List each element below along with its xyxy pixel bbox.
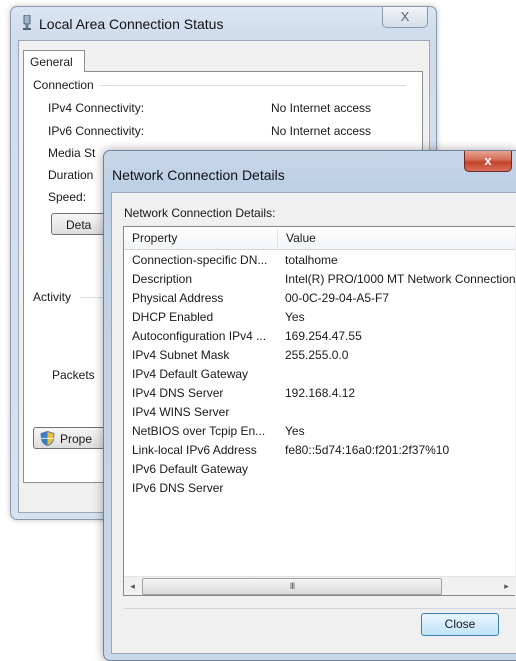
row-value: totalhome	[285, 253, 338, 267]
status-window-title: Local Area Connection Status	[39, 16, 224, 32]
row-property: Description	[132, 272, 193, 286]
connection-group-label: Connection	[33, 78, 100, 92]
scroll-right-arrow-icon[interactable]: ▸	[498, 577, 515, 595]
media-state-label: Media St	[48, 146, 96, 160]
table-row[interactable]: Connection-specific DN... totalhome	[124, 252, 515, 271]
row-value: Yes	[285, 310, 305, 324]
row-property: IPv4 WINS Server	[132, 405, 230, 419]
table-row[interactable]: NetBIOS over Tcpip En... Yes	[124, 423, 515, 442]
row-property: IPv4 DNS Server	[132, 386, 224, 400]
row-property: Autoconfiguration IPv4 ...	[132, 329, 267, 343]
activity-group-label: Activity	[33, 290, 78, 304]
packets-label: Packets	[52, 368, 95, 382]
table-row[interactable]: Description Intel(R) PRO/1000 MT Network …	[124, 271, 515, 290]
table-row[interactable]: Physical Address 00-0C-29-04-A5-F7	[124, 290, 515, 309]
details-listview[interactable]: Property Value Connection-specific DN...…	[123, 226, 515, 596]
scroll-thumb[interactable]: III	[142, 578, 442, 595]
row-property: IPv4 Default Gateway	[132, 367, 249, 381]
status-window-titlebar[interactable]: Local Area Connection Status X	[11, 7, 436, 39]
duration-label: Duration	[48, 168, 94, 182]
column-header-property[interactable]: Property	[124, 227, 277, 249]
close-button[interactable]: Close	[421, 613, 499, 636]
table-row[interactable]: IPv4 DNS Server 192.168.4.12	[124, 385, 515, 404]
row-property: Link-local IPv6 Address	[132, 443, 257, 457]
row-value: Intel(R) PRO/1000 MT Network Connection	[285, 272, 515, 286]
row-value: 255.255.0.0	[285, 348, 349, 362]
ipv6-connectivity-label: IPv6 Connectivity:	[48, 124, 145, 138]
bottom-separator	[124, 608, 516, 609]
details-window-body: Network Connection Details: Property Val…	[111, 192, 516, 654]
row-property: Connection-specific DN...	[132, 253, 268, 267]
ipv6-connectivity-value: No Internet access	[271, 124, 372, 138]
status-window-close-button[interactable]: X	[382, 7, 428, 28]
row-property: IPv6 DNS Server	[132, 481, 224, 495]
row-value: Yes	[285, 424, 305, 438]
row-value: 00-0C-29-04-A5-F7	[285, 291, 390, 305]
table-row[interactable]: Autoconfiguration IPv4 ... 169.254.47.55	[124, 328, 515, 347]
table-row[interactable]: DHCP Enabled Yes	[124, 309, 515, 328]
ipv4-connectivity-label: IPv4 Connectivity:	[48, 101, 145, 115]
details-window-close-button[interactable]: x	[464, 151, 512, 172]
horizontal-scrollbar[interactable]: ◂ III ▸	[124, 576, 515, 595]
row-property: IPv6 Default Gateway	[132, 462, 249, 476]
speed-label: Speed:	[48, 190, 87, 204]
table-row[interactable]: IPv4 Default Gateway	[124, 366, 515, 385]
listview-rows: Connection-specific DN... totalhome Descri…	[124, 252, 515, 499]
row-property: NetBIOS over Tcpip En...	[132, 424, 266, 438]
table-row[interactable]: IPv4 Subnet Mask 255.255.0.0	[124, 347, 515, 366]
connection-group-line	[94, 85, 406, 86]
table-row[interactable]: IPv4 WINS Server	[124, 404, 515, 423]
table-row[interactable]: Link-local IPv6 Address fe80::5d74:16a0:f…	[124, 442, 515, 461]
row-value: 169.254.47.55	[285, 329, 362, 343]
listview-header: Property Value	[124, 227, 515, 250]
ipv4-connectivity-value: No Internet access	[271, 101, 372, 115]
scroll-left-arrow-icon[interactable]: ◂	[124, 577, 141, 595]
row-value: 192.168.4.12	[285, 386, 356, 400]
details-window-title: Network Connection Details	[112, 167, 285, 183]
table-row[interactable]: IPv6 DNS Server	[124, 480, 515, 499]
table-row[interactable]: IPv6 Default Gateway	[124, 461, 515, 480]
shield-icon	[40, 431, 55, 446]
row-value: fe80::5d74:16a0:f201:2f37%10	[285, 443, 450, 457]
row-property: IPv4 Subnet Mask	[132, 348, 230, 362]
scroll-thumb-grip-icon: III	[289, 581, 295, 591]
row-property: DHCP Enabled	[132, 310, 214, 324]
properties-button-label: Prope	[60, 432, 93, 446]
tab-general[interactable]: General	[23, 50, 85, 72]
network-connection-details-label: Network Connection Details:	[124, 206, 276, 220]
network-connection-details-window: Network Connection Details x Network Con…	[103, 150, 516, 661]
column-header-value[interactable]: Value	[278, 227, 515, 249]
network-adapter-icon	[23, 15, 31, 30]
row-property: Physical Address	[132, 291, 224, 305]
